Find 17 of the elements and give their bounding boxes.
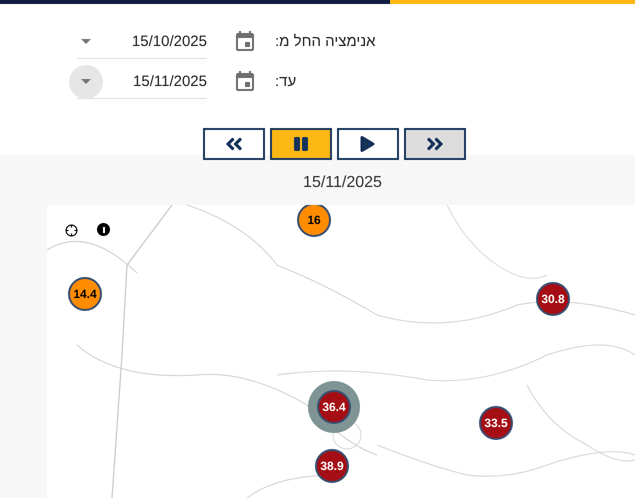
current-date: 15/11/2025 [303,173,382,193]
date-field[interactable]: 15/10/2025 [103,26,207,56]
caret-icon [81,79,91,84]
fast-forward-button[interactable] [404,128,466,160]
play-icon [360,136,375,152]
calendar-icon[interactable] [233,70,257,94]
pause-button[interactable] [270,128,332,160]
rewind-button[interactable] [202,128,264,160]
play-button[interactable] [336,128,398,160]
field-label: עד: [275,72,296,92]
pause-icon [294,135,308,153]
map[interactable]: 16 14.4 30.8 36.4 38.9 33.5 [47,205,635,498]
calendar-icon[interactable] [233,30,257,54]
crosshair-icon[interactable] [65,224,78,237]
caret-icon [81,39,91,44]
field-label: אנימציה החל מ: [275,32,376,52]
date-field[interactable]: 15/11/2025 [103,66,207,96]
